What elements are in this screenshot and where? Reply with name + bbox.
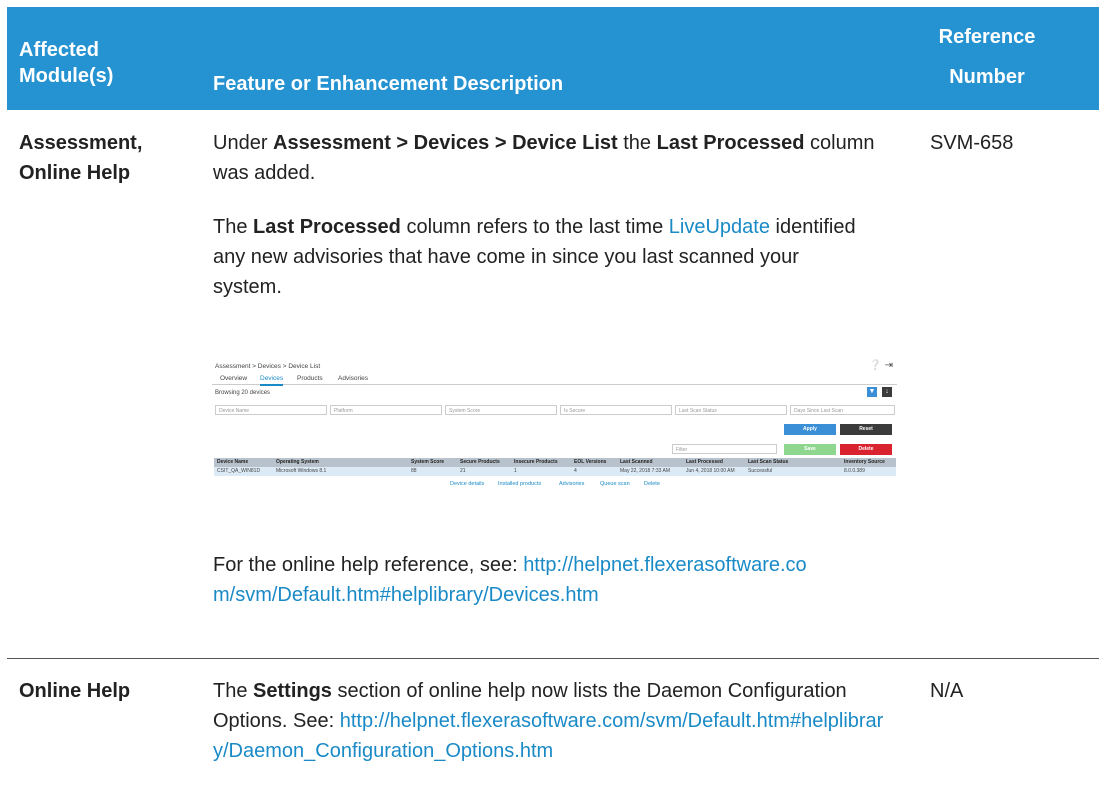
cell-last-scan-status: Successful [748, 468, 773, 474]
cell-operating-system: Microsoft Windows 8.1 [276, 468, 327, 474]
filter-days-since-scan[interactable]: Days Since Last Scan [790, 405, 895, 415]
text: column refers to the last time [400, 216, 669, 238]
filter-system-score[interactable]: System Score [445, 405, 557, 415]
tab-products[interactable]: Products [297, 375, 323, 382]
delete-link[interactable]: Delete [644, 481, 660, 487]
tab-advisories[interactable]: Advisories [338, 375, 368, 382]
device-table-header: Device Name Operating System System Scor… [214, 458, 896, 467]
cell-insecure-products: 1 [514, 468, 517, 474]
filter-is-secure[interactable]: Is Secure [560, 405, 672, 415]
reset-button[interactable]: Reset [840, 424, 892, 435]
filter-last-scan-status[interactable]: Last Scan Status [675, 405, 787, 415]
text: Under [213, 132, 274, 154]
liveupdate-link[interactable]: LiveUpdate [669, 216, 770, 238]
row1-paragraph3: For the online help reference, see: http… [213, 550, 823, 610]
col-secure-products[interactable]: Secure Products [460, 459, 500, 466]
filter-platform[interactable]: Platform [330, 405, 442, 415]
device-list-screenshot: Assessment > Devices > Device List ❔ ⇥ O… [212, 360, 897, 510]
cell-secure-products: 21 [460, 468, 466, 474]
header-reference-line1: Reference [938, 26, 1036, 48]
row1-paragraph2: The Last Processed column refers to the … [213, 212, 863, 302]
col-device-name[interactable]: Device Name [217, 459, 248, 466]
bold-text: Last Processed [253, 216, 401, 238]
delete-button[interactable]: Delete [840, 444, 892, 455]
table-header: Affected Module(s) Feature or Enhancemen… [7, 7, 1099, 110]
text: For the online help reference, see: [213, 554, 524, 576]
save-button[interactable]: Save [784, 444, 836, 455]
cell-eol-versions: 4 [574, 468, 577, 474]
col-system-score[interactable]: System Score [411, 459, 444, 466]
cell-last-scanned: May 22, 2018 7:33 AM [620, 468, 671, 474]
row1-module: Assessment, Online Help [19, 132, 143, 184]
row2-description: The Settings section of online help now … [213, 676, 893, 766]
col-inventory-source[interactable]: Inventory Source [844, 459, 885, 466]
filter-icon[interactable]: ▼ [867, 387, 877, 397]
filter-box[interactable]: Filter [672, 444, 777, 454]
row1-reference: SVM-658 [930, 132, 1014, 154]
cell-inventory-source: 8.0.0.389 [844, 468, 865, 474]
cell-system-score: 88 [411, 468, 417, 474]
browsing-count: Browsing 20 devices [215, 390, 271, 396]
col-last-scan-status[interactable]: Last Scan Status [748, 459, 788, 466]
device-details-link[interactable]: Device details [450, 481, 484, 487]
text: the [617, 132, 657, 154]
bold-text: Settings [253, 680, 332, 702]
header-reference-number: Reference Number [927, 24, 1047, 90]
row-divider [7, 658, 1099, 659]
col-operating-system[interactable]: Operating System [276, 459, 319, 466]
cell-device-name: CSIT_QA_WIN81D [217, 468, 261, 474]
bold-text: Assessment > Devices > Device List [273, 132, 618, 154]
tab-overview[interactable]: Overview [220, 375, 247, 382]
row1-description: Under Assessment > Devices > Device List… [213, 128, 903, 188]
queue-scan-link[interactable]: Queue scan [600, 481, 630, 487]
row2-reference: N/A [930, 680, 964, 702]
download-icon[interactable]: ↓ [882, 387, 892, 397]
row2-module: Online Help [19, 680, 131, 702]
text: The [213, 680, 254, 702]
installed-products-link[interactable]: Installed products [498, 481, 541, 487]
col-eol-versions[interactable]: EOL Versions [574, 459, 606, 466]
header-affected-modules: Affected Module(s) [19, 39, 114, 87]
screenshot-tabs: Overview Devices Products Advisories [212, 372, 897, 386]
bold-text: Last Processed [656, 132, 805, 154]
col-last-scanned[interactable]: Last Scanned [620, 459, 653, 466]
advisories-link[interactable]: Advisories [559, 481, 584, 487]
tab-devices[interactable]: Devices [260, 375, 284, 386]
cell-last-processed: Jun 4, 2018 10:00 AM [686, 468, 735, 474]
filter-device-name[interactable]: Device Name [215, 405, 327, 415]
col-insecure-products[interactable]: Insecure Products [514, 459, 558, 466]
row1-paragraph1: Under Assessment > Devices > Device List… [213, 128, 903, 188]
screenshot-breadcrumb: Assessment > Devices > Device List [215, 363, 321, 370]
col-last-processed[interactable]: Last Processed [686, 459, 723, 466]
help-logout-icons: ❔ ⇥ [869, 360, 893, 371]
apply-button[interactable]: Apply [784, 424, 836, 435]
table-row[interactable]: CSIT_QA_WIN81D Microsoft Windows 8.1 88 … [214, 467, 896, 476]
header-description: Feature or Enhancement Description [213, 73, 564, 95]
header-reference-line2: Number [949, 66, 1025, 88]
text: The [213, 216, 254, 238]
